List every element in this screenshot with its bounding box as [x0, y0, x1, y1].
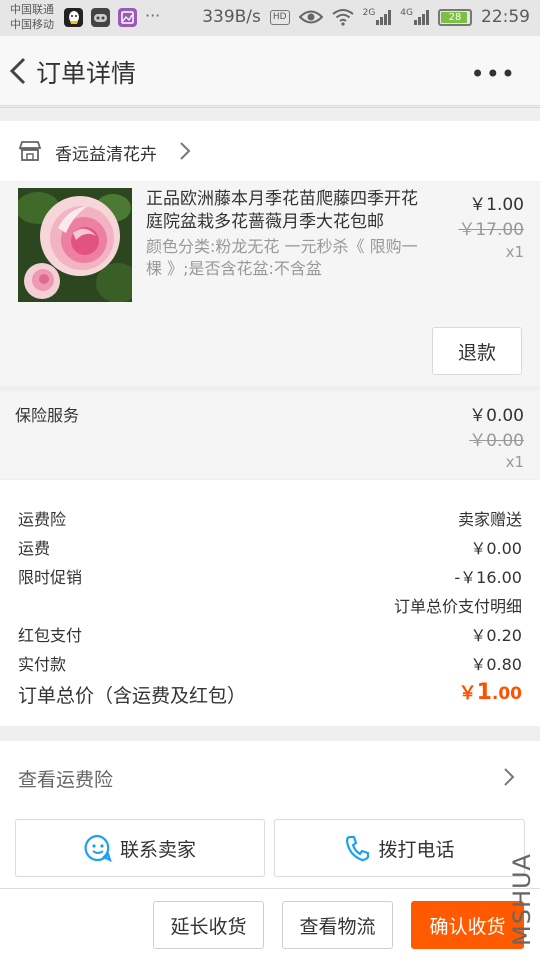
shop-name[interactable]: 香远益清花卉	[55, 140, 157, 165]
product-price: ￥1.00	[469, 195, 524, 215]
total-decimal: .00	[491, 684, 522, 704]
summary-row: 实付款 ￥0.80	[0, 648, 540, 674]
summary-row: 限时促销 -￥16.00	[0, 561, 540, 587]
summary-label: 运费	[18, 539, 51, 558]
chevron-right-icon	[180, 142, 191, 160]
call-phone-label: 拨打电话	[378, 838, 455, 861]
summary-value: ￥0.00	[470, 539, 522, 558]
view-shipping-insurance[interactable]: 查看运费险	[0, 741, 540, 813]
call-phone-button[interactable]: 拨打电话	[274, 819, 525, 877]
shop-row[interactable]: 香远益清花卉	[0, 121, 540, 181]
insurance-label: 保险服务	[15, 406, 80, 425]
total-row: 订单总价（含运费及红包） ￥1.00	[0, 679, 540, 711]
insurance-quantity: x1	[505, 453, 524, 471]
total-currency: ￥	[458, 683, 477, 704]
summary-value: ￥0.80	[470, 655, 522, 674]
summary-label: 实付款	[18, 655, 67, 674]
summary-row: 运费 ￥0.00	[0, 532, 540, 558]
hd-badge: HD	[269, 9, 290, 25]
summary-value: 卖家赠送	[457, 510, 522, 529]
chevron-right-icon	[504, 768, 515, 786]
battery-icon: 28	[438, 8, 472, 26]
payment-detail-link[interactable]: 订单总价支付明细	[394, 593, 522, 617]
total-integer: 1	[476, 680, 492, 705]
clock: 22:59	[481, 7, 530, 27]
carrier-1: 中国联通	[10, 3, 54, 16]
gallery-app-icon	[118, 8, 137, 27]
bottom-action-bar: 延长收货 查看物流 确认收货	[0, 888, 540, 960]
order-summary: 运费险 卖家赠送 运费 ￥0.00 限时促销 -￥16.00 订单总价支付明细 …	[0, 480, 540, 726]
summary-value: ￥0.20	[470, 626, 522, 645]
contact-seller-label: 联系卖家	[119, 838, 196, 861]
signal-2: 4G	[400, 9, 429, 25]
view-insurance-label[interactable]: 查看运费险	[18, 765, 113, 792]
total-price: ￥1.00	[459, 679, 522, 705]
eye-icon	[298, 10, 323, 24]
status-bar: 中国联通 中国移动 ··· 339B/s HD 2G 4G 28 22:59	[0, 0, 540, 36]
chat-icon	[84, 834, 112, 862]
summary-label: 红包支付	[18, 626, 83, 645]
summary-label: 限时促销	[18, 568, 83, 587]
product-image[interactable]	[18, 188, 132, 302]
carrier-info: 中国联通 中国移动	[10, 2, 54, 32]
network-type-1: 2G	[362, 8, 376, 18]
back-arrow-icon[interactable]	[6, 56, 34, 86]
notification-icons: ···	[64, 8, 160, 27]
signal-1: 2G	[363, 9, 392, 25]
total-label: 订单总价（含运费及红包）	[18, 685, 247, 707]
watermark: MSHUA	[508, 853, 536, 946]
summary-row: 运费险 卖家赠送	[0, 503, 540, 529]
carrier-2: 中国移动	[10, 18, 54, 31]
store-icon	[18, 141, 42, 161]
page-title: 订单详情	[36, 59, 137, 88]
battery-level: 28	[448, 11, 462, 23]
status-right: 339B/s HD 2G 4G 28 22:59	[202, 7, 530, 27]
contact-seller-button[interactable]: 联系卖家	[15, 819, 265, 877]
more-notifications-icon: ···	[145, 6, 161, 25]
insurance-item: 保险服务 ￥0.00 ￥0.00 x1	[0, 391, 540, 479]
summary-value: -￥16.00	[454, 568, 522, 587]
game-app-icon	[91, 8, 110, 27]
network-speed: 339B/s	[202, 7, 261, 27]
view-logistics-button[interactable]: 查看物流	[282, 901, 393, 949]
signal-bars-icon	[376, 9, 392, 25]
summary-label: 运费险	[18, 510, 67, 529]
refund-button[interactable]: 退款	[432, 327, 522, 375]
product-sku: 颜色分类:粉龙无花 一元秒杀《 限购一棵 》;是否含花盆:不含盆	[146, 237, 418, 278]
network-type-2: 4G	[400, 8, 413, 18]
wifi-icon	[331, 9, 354, 26]
contact-area: 联系卖家 拨打电话	[0, 813, 540, 888]
summary-row: 红包支付 ￥0.20	[0, 619, 540, 645]
signal-bars-icon	[414, 9, 429, 25]
divider	[0, 107, 540, 108]
product-item[interactable]: 正品欧洲藤本月季花苗爬藤四季开花庭院盆栽多花蔷薇月季大花包邮 颜色分类:粉龙无花…	[0, 182, 540, 386]
insurance-price: ￥0.00	[469, 406, 524, 426]
watermark-text: MSHUA	[508, 853, 536, 946]
phone-icon	[346, 835, 370, 862]
product-title[interactable]: 正品欧洲藤本月季花苗爬藤四季开花庭院盆栽多花蔷薇月季大花包邮	[146, 188, 426, 234]
nav-bar: 订单详情 •••	[0, 36, 540, 106]
product-original-price: ￥17.00	[458, 220, 524, 240]
insurance-original-price: ￥0.00	[469, 431, 524, 451]
more-menu-icon[interactable]: •••	[471, 60, 516, 88]
summary-row[interactable]: 订单总价支付明细	[0, 590, 540, 616]
product-quantity: x1	[505, 243, 524, 261]
qq-icon	[64, 8, 83, 27]
extend-receipt-button[interactable]: 延长收货	[153, 901, 264, 949]
